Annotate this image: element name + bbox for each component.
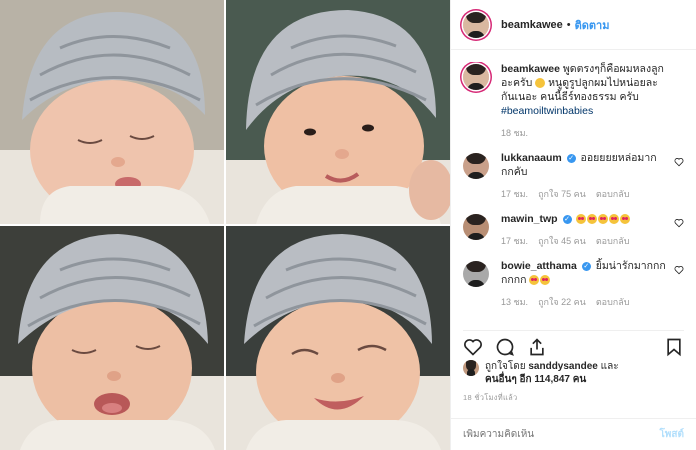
reply-button[interactable]: ตอบกลับ xyxy=(596,234,630,248)
comment-time[interactable]: 13 ชม. xyxy=(501,295,528,309)
comment-like-heart-icon[interactable] xyxy=(674,265,684,275)
post-comment-button[interactable]: โพสต์ xyxy=(659,427,684,442)
caption-text: beamkawee พูดตรงๆก็คือผมหลงลูกอะครับ หนู… xyxy=(501,62,666,118)
verified-badge-icon: ✓ xyxy=(566,153,576,163)
comment-like-heart-icon[interactable] xyxy=(674,157,684,167)
action-bar xyxy=(463,330,684,358)
heart-icon[interactable] xyxy=(463,337,483,357)
baby-photo-3 xyxy=(0,226,224,450)
comment-time[interactable]: 17 ชม. xyxy=(501,187,528,201)
likes-others-count[interactable]: คนอื่นๆ อีก 114,847 คน xyxy=(485,373,619,386)
follow-button[interactable]: ติดตาม xyxy=(575,16,610,34)
bookmark-icon[interactable] xyxy=(664,337,684,357)
author-avatar[interactable] xyxy=(463,11,489,38)
caption-hashtag[interactable]: #beamoiltwinbabies xyxy=(501,105,593,117)
author-username[interactable]: beamkawee xyxy=(501,19,563,31)
add-comment-bar: โพสต์ xyxy=(451,418,696,450)
comment-item: lukkanaaum ✓ ออยยยยหล่อมากกกคับ 17 ชม. ถ… xyxy=(463,151,684,201)
comment-item: bowie_atthama ✓ ยิ้มน่ารักมากกกกกกก 13 ช… xyxy=(463,259,684,309)
reply-button[interactable]: ตอบกลับ xyxy=(596,187,630,201)
caption-username[interactable]: beamkawee xyxy=(501,63,560,75)
commenter-avatar[interactable] xyxy=(463,214,489,240)
commenter-username[interactable]: lukkanaaum xyxy=(501,152,562,164)
comment-like-heart-icon[interactable] xyxy=(674,218,684,228)
commenter-avatar[interactable] xyxy=(463,261,489,287)
heart-eyes-emoji-icon xyxy=(576,213,631,225)
comment-icon[interactable] xyxy=(495,337,515,357)
reply-button[interactable]: ตอบกลับ xyxy=(596,295,630,309)
likes-and: และ xyxy=(600,361,619,372)
baby-photo-4 xyxy=(226,226,450,450)
verified-badge-icon: ✓ xyxy=(562,214,572,224)
comment-likes[interactable]: ถูกใจ 75 คน xyxy=(538,187,586,201)
comment-input[interactable] xyxy=(463,429,660,440)
commenter-username[interactable]: mawin_twp xyxy=(501,213,558,225)
caption: beamkawee พูดตรงๆก็คือผมหลงลูกอะครับ หนู… xyxy=(463,62,684,140)
likes-summary: ถูกใจโดย sanddysandee และ คนอื่นๆ อีก 11… xyxy=(463,360,684,386)
caption-avatar[interactable] xyxy=(463,64,489,90)
separator-dot: • xyxy=(566,18,571,31)
comment-item: mawin_twp ✓ 17 ชม. ถูกใจ 45 คน ตอบกลับ xyxy=(463,212,684,248)
post-header: beamkawee • ติดตาม xyxy=(451,0,696,50)
comment-time[interactable]: 17 ชม. xyxy=(501,234,528,248)
comment-likes[interactable]: ถูกใจ 45 คน xyxy=(538,234,586,248)
share-icon[interactable] xyxy=(527,337,547,357)
caption-time[interactable]: 18 ชม. xyxy=(501,126,528,140)
verified-badge-icon: ✓ xyxy=(581,261,591,271)
comments-list[interactable]: beamkawee พูดตรงๆก็คือผมหลงลูกอะครับ หนู… xyxy=(451,62,696,328)
commenter-avatar[interactable] xyxy=(463,153,489,179)
liker-avatar[interactable] xyxy=(463,360,479,376)
comment-likes[interactable]: ถูกใจ 22 คน xyxy=(538,295,586,309)
post-timestamp: 18 ชั่วโมงที่แล้ว xyxy=(463,393,518,402)
heart-eyes-emoji-icon xyxy=(529,274,551,286)
baby-photo-2 xyxy=(226,0,450,224)
commenter-username[interactable]: bowie_atthama xyxy=(501,260,577,272)
post-side-panel: beamkawee • ติดตาม beamkawee พูดตรงๆก็คื… xyxy=(450,0,696,450)
grin-emoji-icon xyxy=(535,78,546,89)
likes-prefix: ถูกใจโดย xyxy=(485,361,526,372)
post-photo[interactable] xyxy=(0,0,450,450)
liker-username[interactable]: sanddysandee xyxy=(528,361,597,372)
baby-photo-1 xyxy=(0,0,224,224)
